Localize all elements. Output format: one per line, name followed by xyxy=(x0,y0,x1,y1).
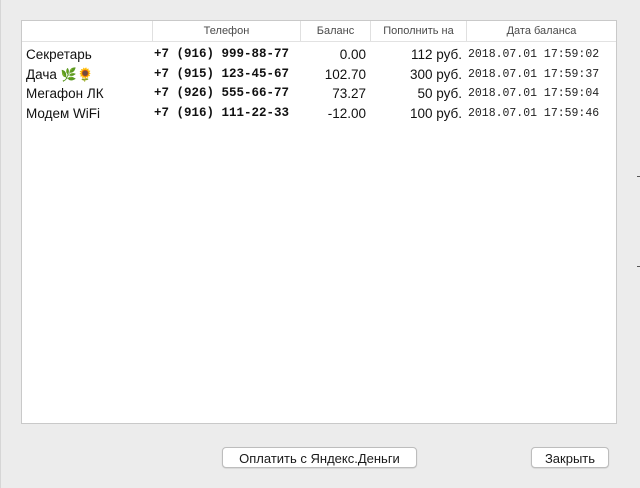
row-date: 2018.07.01 17:59:04 xyxy=(468,87,600,100)
column-header-balance[interactable]: Баланс xyxy=(300,21,370,41)
pay-yandex-money-button[interactable]: Оплатить с Яндекс.Деньги xyxy=(222,447,417,468)
row-balance: 0.00 xyxy=(339,47,366,62)
row-date: 2018.07.01 17:59:46 xyxy=(468,106,600,120)
column-header-phone[interactable]: Телефон xyxy=(152,21,300,41)
column-header-name[interactable] xyxy=(22,21,152,41)
row-topup: 50 руб. xyxy=(417,86,462,101)
row-balance: 102.70 xyxy=(324,66,366,82)
table-header: Телефон Баланс Пополнить на Дата баланса xyxy=(22,21,616,42)
table-row[interactable]: Мегафон ЛК +7 (926) 555-66-77 73.27 50 р… xyxy=(22,83,616,103)
table-row[interactable]: Дача 🌿🌻 +7 (915) 123-45-67 102.70 300 руб… xyxy=(22,64,616,84)
plant-sunflower-icon: 🌿🌻 xyxy=(60,66,94,82)
column-header-topup[interactable]: Пополнить на xyxy=(370,21,466,41)
row-topup: 100 руб. xyxy=(409,105,462,121)
column-header-date[interactable]: Дата баланса xyxy=(466,21,616,41)
row-date: 2018.07.01 17:59:02 xyxy=(468,48,600,61)
row-topup: 300 руб. xyxy=(409,66,462,82)
row-topup: 112 руб. xyxy=(410,47,462,62)
row-date: 2018.07.01 17:59:37 xyxy=(468,67,600,81)
table-row[interactable]: Модем WiFi +7 (916) 111-22-33 -12.00 100… xyxy=(22,103,616,123)
table-body: Секретарь +7 (916) 999-88-77 0.00 112 ру… xyxy=(22,44,616,122)
dialog-window: Телефон Баланс Пополнить на Дата баланса… xyxy=(0,0,640,488)
window-edge xyxy=(0,0,1,488)
balance-table[interactable]: Телефон Баланс Пополнить на Дата баланса… xyxy=(21,20,617,424)
row-phone: +7 (916) 111-22-33 xyxy=(154,105,290,120)
row-balance: -12.00 xyxy=(327,105,366,121)
row-name: Модем WiFi xyxy=(26,105,101,121)
row-phone: +7 (915) 123-45-67 xyxy=(154,66,290,81)
row-balance: 73.27 xyxy=(332,86,366,101)
row-phone: +7 (916) 999-88-77 xyxy=(154,47,290,61)
table-row[interactable]: Секретарь +7 (916) 999-88-77 0.00 112 ру… xyxy=(22,44,616,64)
row-name: Мегафон ЛК xyxy=(26,86,104,101)
row-phone: +7 (926) 555-66-77 xyxy=(154,86,290,100)
row-name: Дача 🌿🌻 xyxy=(26,66,94,82)
close-button[interactable]: Закрыть xyxy=(531,447,609,468)
row-name: Секретарь xyxy=(26,47,92,62)
